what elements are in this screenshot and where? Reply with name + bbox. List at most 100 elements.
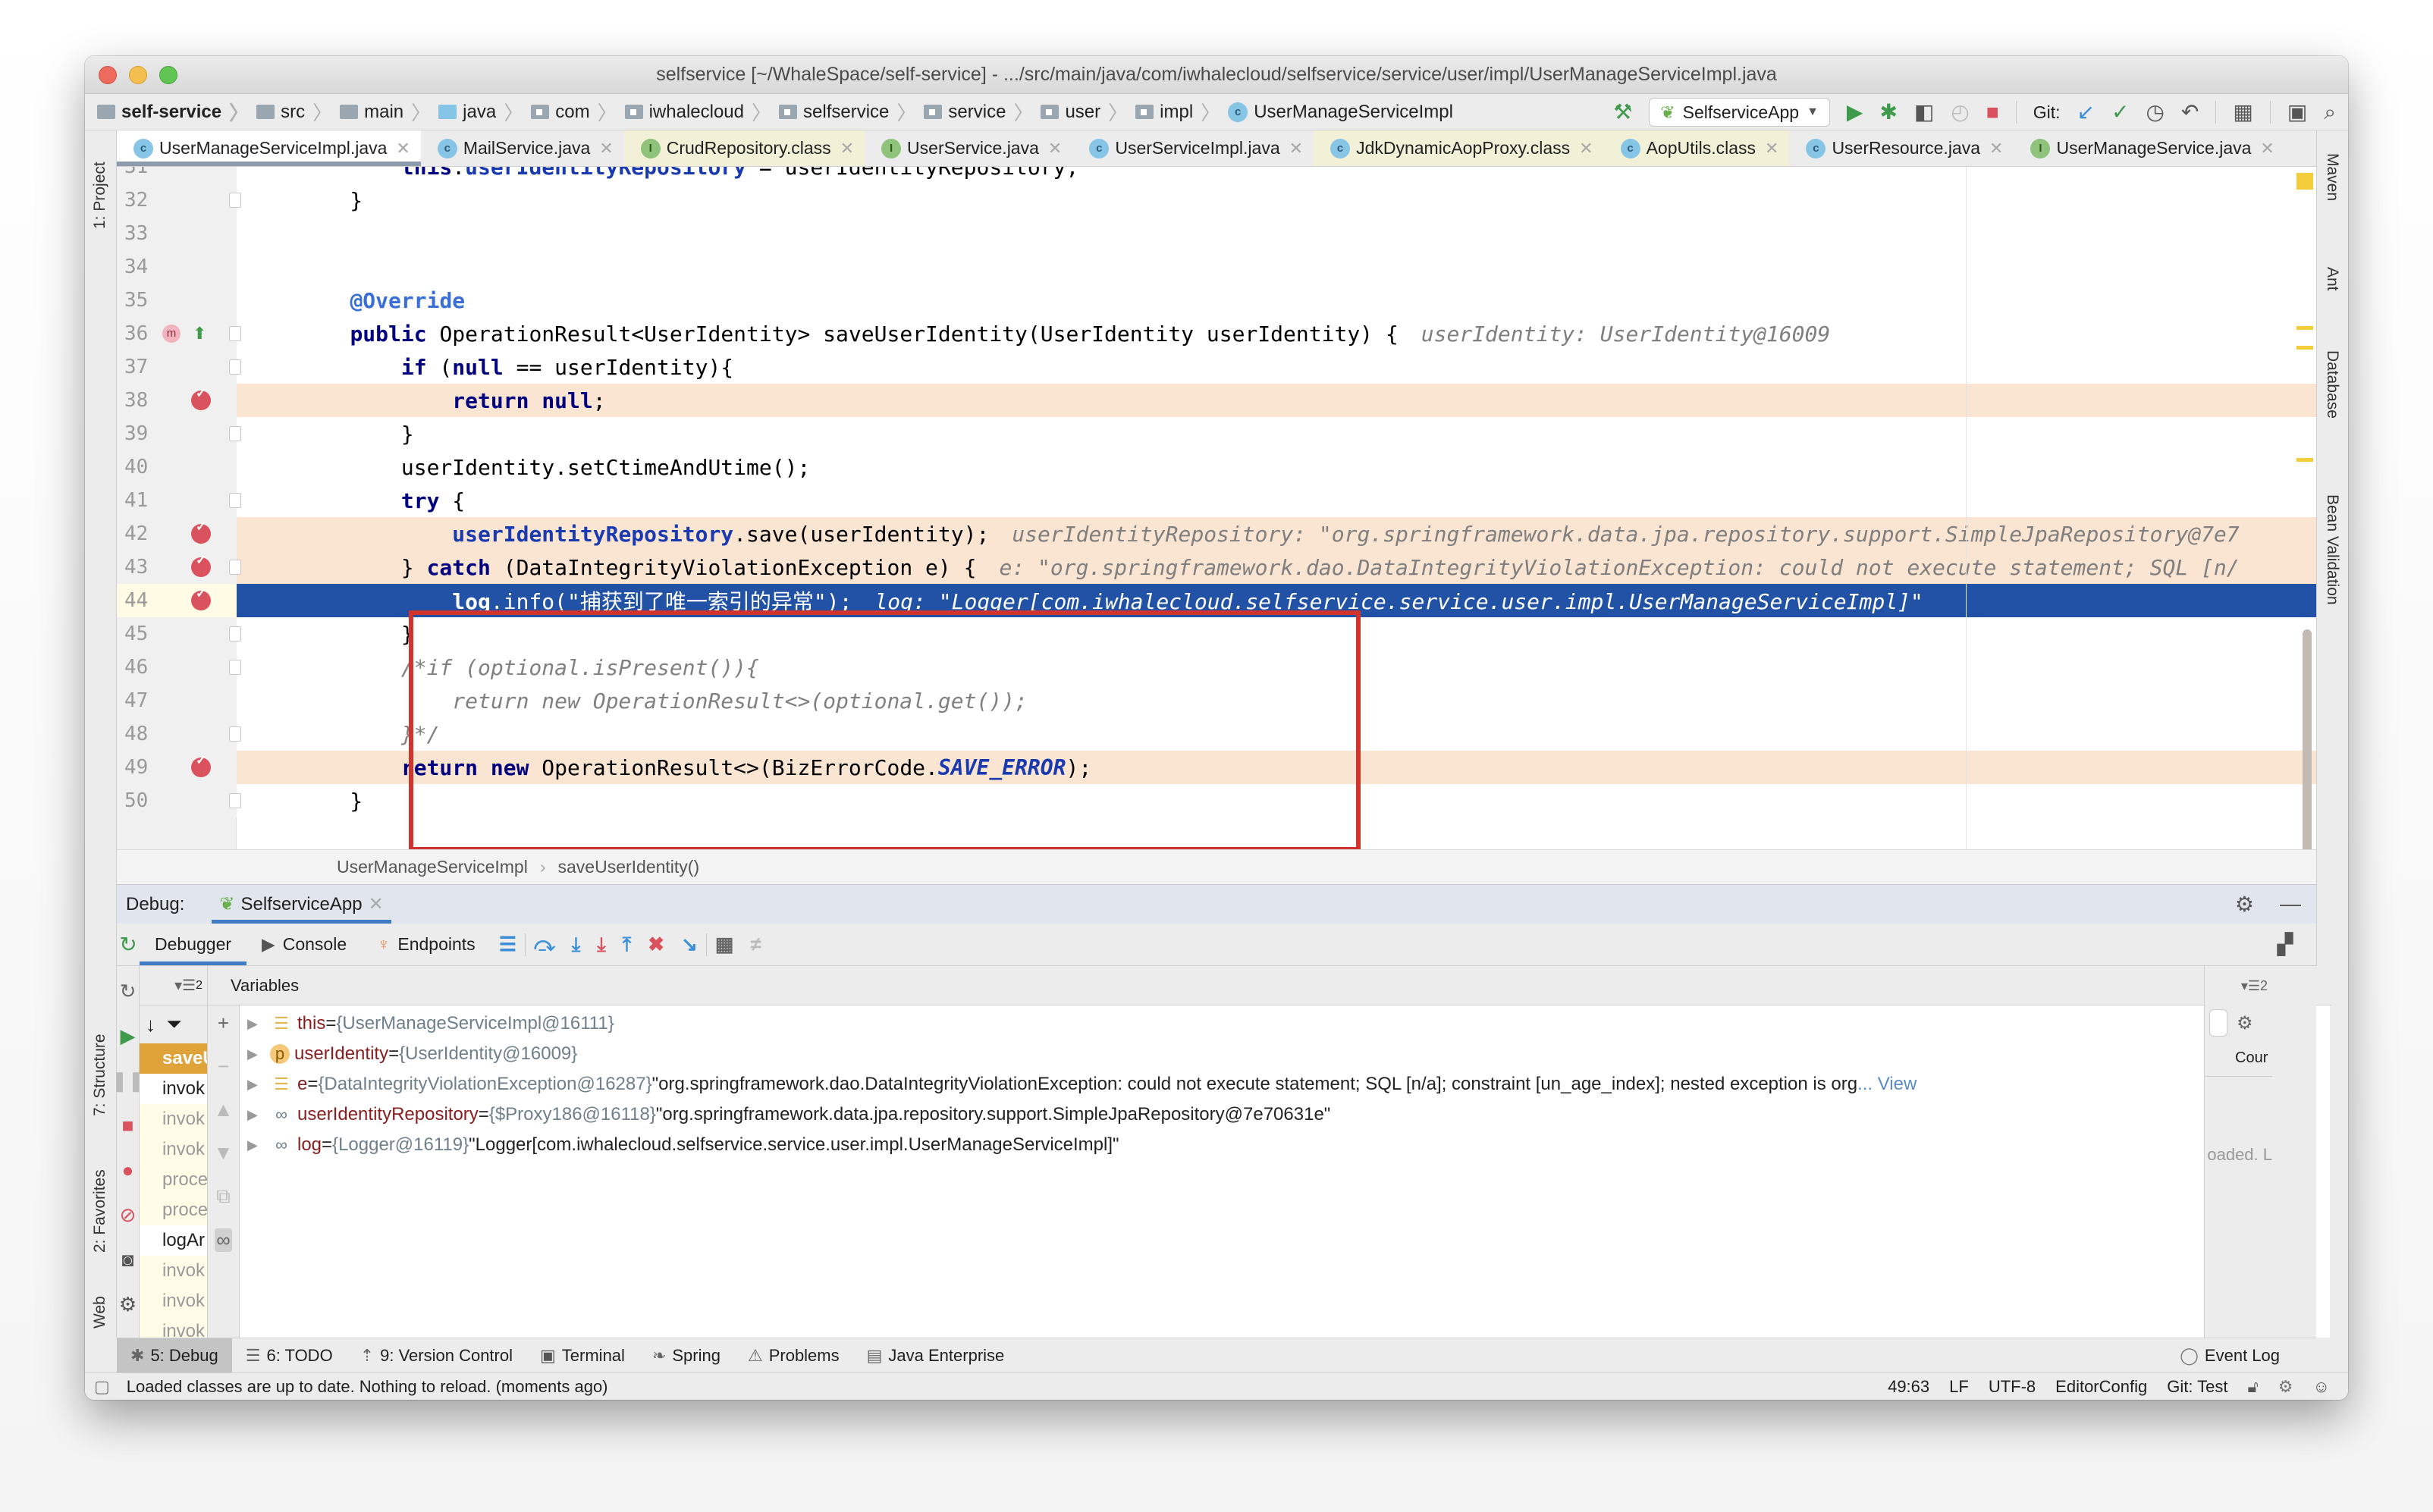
crumb-service[interactable]: service 〉 [924, 98, 1041, 126]
step-out-icon[interactable]: ⤒ [623, 933, 632, 957]
stack-frame[interactable]: invok [140, 1286, 207, 1316]
debug-bug-icon[interactable]: ✱ [1879, 102, 1897, 123]
search-icon[interactable]: ⌕ [2324, 102, 2336, 123]
move-up-icon[interactable]: ▲ [214, 1098, 234, 1121]
stop-icon[interactable]: ■ [122, 1114, 134, 1137]
stack-frame[interactable]: invok [140, 1256, 207, 1286]
variable-row[interactable]: ▶ ∞ log = {Logger@16119} "Logger[com.iwhal… [240, 1130, 2330, 1160]
crumb-main[interactable]: main 〉 [340, 98, 438, 126]
crumb-com[interactable]: com 〉 [531, 98, 624, 126]
git-rollback-icon[interactable]: ↶ [2181, 102, 2199, 123]
run-icon[interactable]: ▶ [1847, 102, 1863, 123]
breakpoint-icon[interactable] [191, 553, 211, 577]
close-tab-icon[interactable]: ✕ [1289, 139, 1303, 158]
crumb-project[interactable]: self-service 〉 [97, 98, 256, 126]
tool-favorites[interactable]: 2: Favorites [91, 1169, 109, 1253]
trace-stream-icon[interactable]: ≠ [750, 933, 761, 956]
tab-aoputils[interactable]: c AopUtils.class ✕ [1603, 130, 1790, 166]
crumb-class[interactable]: c UserManageServiceImpl [1228, 102, 1453, 123]
arrow-down-icon[interactable]: ↓ [146, 1013, 155, 1037]
add-watch-icon[interactable]: + [218, 1012, 229, 1035]
breakpoint-icon[interactable] [191, 519, 211, 544]
hector-icon[interactable]: ☺ [2313, 1377, 2330, 1397]
git-branch[interactable]: Git: Test [2167, 1377, 2227, 1397]
code-line[interactable]: 33 [117, 217, 2316, 250]
filter-icon[interactable]: ⏷ [166, 1012, 182, 1037]
variable-row[interactable]: ▶ ☰ e = {DataIntegrityViolationException@1… [240, 1069, 2330, 1099]
minimize-window-button[interactable] [129, 66, 147, 84]
variable-row[interactable]: ▶ p userIdentity = {UserIdentity@16009} [240, 1039, 2330, 1069]
code-editor[interactable]: 31 this.userIdentityRepository = userIde… [117, 167, 2316, 849]
hide-panel-icon[interactable]: — [2280, 892, 2301, 917]
stack-frame[interactable]: proce [140, 1165, 207, 1195]
code-line[interactable]: 36 m ⬆ public OperationResult<UserIdentity… [117, 317, 2316, 350]
view-breakpoints-icon[interactable]: ● [122, 1159, 134, 1182]
breakpoint-icon[interactable] [191, 386, 211, 410]
close-window-button[interactable] [99, 66, 117, 84]
code-line[interactable]: 43 } catch (DataIntegrityViolationExcept… [117, 551, 2316, 584]
code-line[interactable]: 31 this.userIdentityRepository = userIde… [117, 167, 2316, 184]
toggle-tool-windows-icon[interactable]: ▢ [94, 1377, 110, 1397]
tool-bean-validation[interactable]: Bean Validation [2323, 494, 2341, 605]
expand-arrow-icon[interactable]: ▶ [247, 1077, 270, 1093]
rerun-icon[interactable]: ↻ [120, 980, 137, 1003]
view-link[interactable]: ... View [1857, 1074, 1917, 1095]
run-configuration-select[interactable]: ❦ SelfserviceApp ▼ [1649, 98, 1830, 127]
tool-terminal[interactable]: ▣ Terminal [526, 1338, 639, 1372]
stack-frame[interactable]: saveU [140, 1043, 207, 1074]
drop-frame-icon[interactable]: ✖ [648, 933, 664, 956]
fold-marker-icon[interactable] [229, 359, 241, 375]
expand-arrow-icon[interactable]: ▶ [247, 1046, 270, 1062]
fold-marker-icon[interactable] [229, 660, 241, 675]
line-separator[interactable]: LF [1949, 1377, 1969, 1397]
close-tab-icon[interactable]: ✕ [396, 139, 410, 158]
tool-debug[interactable]: ✱ 5: Debug [117, 1338, 232, 1372]
close-tab-icon[interactable]: ✕ [840, 139, 854, 158]
show-execution-point-icon[interactable]: ☰ [499, 933, 516, 956]
caret-position[interactable]: 49:63 [1888, 1377, 1929, 1397]
tab-crudrepository[interactable]: I CrudRepository.class ✕ [623, 130, 865, 166]
git-commit-icon[interactable]: ✓ [2111, 102, 2129, 123]
tool-web[interactable]: Web [91, 1296, 109, 1328]
stack-frame[interactable]: invok [140, 1104, 207, 1134]
run-with-coverage-icon[interactable]: ◧ [1914, 102, 1934, 123]
run-to-cursor-icon[interactable]: ↘ [681, 933, 698, 956]
close-tab-icon[interactable]: ✕ [1048, 139, 1062, 158]
code-line[interactable]: 35 @Override [117, 284, 2316, 317]
stack-frame[interactable]: proce [140, 1195, 207, 1225]
stack-frame[interactable]: invok [140, 1134, 207, 1165]
crumb-user[interactable]: user 〉 [1041, 98, 1135, 126]
tool-todo[interactable]: ☰ 6: TODO [232, 1338, 347, 1372]
tool-problems[interactable]: ⚠ Problems [734, 1338, 853, 1372]
copy-icon[interactable]: ⧉ [216, 1184, 231, 1209]
close-tab-icon[interactable]: ✕ [1579, 139, 1593, 158]
tool-ant[interactable]: Ant [2323, 267, 2341, 291]
tab-userserviceimpl[interactable]: c UserServiceImpl.java ✕ [1072, 130, 1314, 166]
tab-usermanageservice[interactable]: I UserManageService.java ✕ [2014, 130, 2284, 166]
tab-debugger[interactable]: Debugger [140, 924, 247, 965]
move-down-icon[interactable]: ▼ [214, 1141, 234, 1165]
code-line[interactable]: 40 userIdentity.setCtimeAndUtime(); [117, 450, 2316, 484]
tab-userresource[interactable]: c UserResource.java ✕ [1789, 130, 2014, 166]
tool-project[interactable]: 1: Project [91, 162, 109, 229]
tool-database[interactable]: Database [2323, 350, 2341, 419]
tool-event-log[interactable]: ◯ Event Log [2166, 1338, 2293, 1372]
stack-frame[interactable]: logAr [140, 1225, 207, 1256]
close-tab-icon[interactable]: ✕ [2260, 139, 2274, 158]
code-line[interactable]: 38 return null; [117, 384, 2316, 417]
force-step-into-icon[interactable]: ⤓ [597, 933, 606, 957]
resume-program-icon[interactable]: ▶ [121, 1024, 136, 1048]
profile-icon[interactable]: ◴ [1951, 102, 1969, 123]
crumb-selfservice[interactable]: selfservice 〉 [779, 98, 924, 126]
tab-usermanageserviceimpl[interactable]: c UserManageServiceImpl.java ✕ [117, 130, 421, 166]
layout-settings-icon[interactable]: ▞ [2278, 933, 2293, 956]
editor-config[interactable]: EditorConfig [2055, 1377, 2147, 1397]
run-anything-icon[interactable]: ▣ [2287, 102, 2307, 123]
mute-breakpoints-icon[interactable]: ⊘ [120, 1203, 137, 1227]
tool-java-enterprise[interactable]: ▤ Java Enterprise [853, 1338, 1019, 1372]
tool-version-control[interactable]: ⇡ 9: Version Control [347, 1338, 526, 1372]
rerun-icon[interactable]: ↻ [117, 932, 140, 957]
close-tab-icon[interactable]: ✕ [1765, 139, 1778, 158]
code-line[interactable]: 37 if (null == userIdentity){ [117, 350, 2316, 384]
close-tab-icon[interactable]: ✕ [599, 139, 613, 158]
